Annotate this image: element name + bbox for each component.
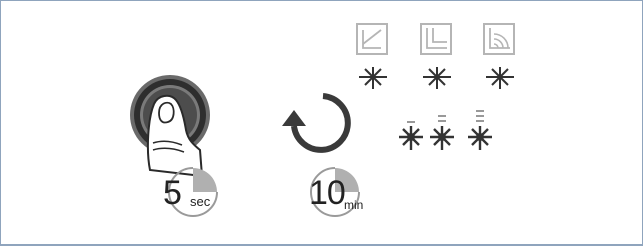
timer-5-unit: sec bbox=[190, 194, 211, 209]
circular-arrow-icon bbox=[282, 93, 351, 153]
slope-mode-icon bbox=[356, 23, 388, 89]
step-mode-icon bbox=[420, 23, 452, 89]
wave-mode-icon bbox=[483, 23, 515, 89]
instruction-panel: 5 sec 10 min bbox=[0, 0, 643, 246]
timer-5-number: 5 bbox=[163, 174, 182, 212]
led-level-3-icon bbox=[468, 110, 492, 150]
timer-10-unit: min bbox=[344, 198, 364, 212]
led-level-1-icon bbox=[399, 121, 423, 150]
led-level-2-icon bbox=[430, 115, 454, 150]
timer-10-number: 10 bbox=[309, 174, 346, 212]
